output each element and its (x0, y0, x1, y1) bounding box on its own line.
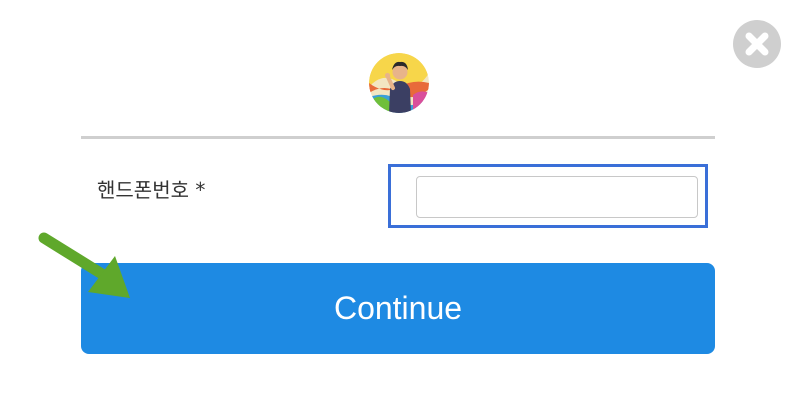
divider (81, 136, 715, 139)
phone-number-input[interactable] (416, 176, 698, 218)
phone-number-label: 핸드폰번호 * (97, 178, 206, 202)
green-arrow-icon (38, 232, 130, 298)
continue-button[interactable]: Continue (81, 263, 715, 354)
close-icon (745, 32, 769, 56)
avatar (369, 53, 429, 113)
close-button[interactable] (733, 20, 781, 68)
